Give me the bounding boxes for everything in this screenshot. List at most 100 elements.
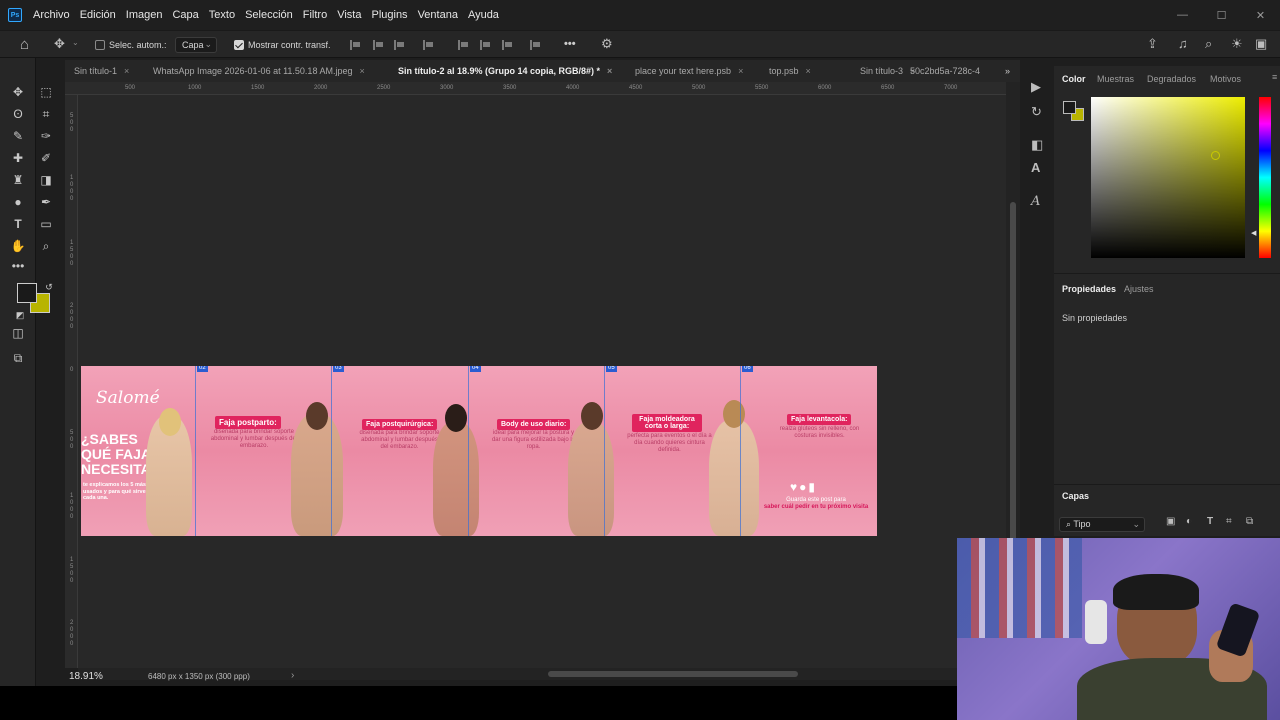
- share-icon[interactable]: ⇪: [1147, 37, 1158, 50]
- artboard-label[interactable]: 03: [333, 366, 344, 372]
- align-bottom-icon[interactable]: [502, 40, 512, 50]
- discover-icon[interactable]: ☀: [1231, 37, 1243, 50]
- dodge-tool-icon[interactable]: ●: [9, 193, 27, 211]
- show-transform-checkbox[interactable]: [234, 40, 244, 50]
- type-tool-icon[interactable]: T: [9, 215, 27, 233]
- align-center-h-icon[interactable]: [373, 40, 383, 50]
- pen-tool-icon[interactable]: ✒: [37, 193, 55, 211]
- tab-sin-titulo-3[interactable]: Sin título-3 ×: [860, 60, 915, 82]
- foreground-color-swatch[interactable]: [17, 283, 37, 303]
- close-icon[interactable]: ×: [738, 66, 743, 76]
- layers-panel-title[interactable]: Capas: [1062, 491, 1089, 501]
- more-options-button[interactable]: •••: [564, 38, 576, 50]
- distribute-v-icon[interactable]: [530, 40, 540, 50]
- zoom-tool-icon[interactable]: ⌕: [37, 237, 55, 255]
- color-picker-field[interactable]: [1091, 97, 1245, 258]
- menu-archivo[interactable]: Archivo: [33, 9, 70, 21]
- tab-swatches[interactable]: Muestras: [1097, 74, 1134, 84]
- menu-edicion[interactable]: Edición: [80, 9, 116, 21]
- auto-select-checkbox[interactable]: [95, 40, 105, 50]
- swap-colors-icon[interactable]: ↺: [40, 278, 58, 296]
- artboard-label[interactable]: 04: [470, 366, 481, 372]
- move-tool-icon[interactable]: ✥: [54, 37, 65, 50]
- character-icon[interactable]: A: [1031, 161, 1040, 174]
- filter-shape-icon[interactable]: ⌗: [1226, 517, 1232, 527]
- home-icon[interactable]: ⌂: [20, 37, 29, 52]
- paragraph-icon[interactable]: A: [1031, 195, 1040, 208]
- default-colors-icon[interactable]: ◩: [11, 306, 29, 324]
- close-icon[interactable]: ×: [359, 66, 364, 76]
- canvas-artwork-banner[interactable]: Salomé ¿SABES QUÉ FAJA NECESITAS? te exp…: [81, 366, 877, 536]
- quick-select-tool-icon[interactable]: ✎: [9, 127, 27, 145]
- tab-50c2bd5a[interactable]: 50c2bd5a-728c-4: [910, 60, 980, 82]
- crop-tool-icon[interactable]: ⌗: [37, 105, 55, 123]
- search-icon[interactable]: ⌕: [1205, 37, 1212, 50]
- filter-type-icon[interactable]: T: [1207, 517, 1213, 527]
- menu-ventana[interactable]: Ventana: [418, 9, 458, 21]
- hue-slider-handle[interactable]: ◀: [1251, 229, 1256, 237]
- scroll-thumb[interactable]: [548, 671, 798, 677]
- align-right-icon[interactable]: [394, 40, 404, 50]
- marquee-tool-icon[interactable]: ⬚: [37, 83, 55, 101]
- tab-place-your-text[interactable]: place your text here.psb ×: [635, 60, 743, 82]
- tab-color[interactable]: Color: [1062, 74, 1086, 84]
- align-left-icon[interactable]: [350, 40, 360, 50]
- menu-vista[interactable]: Vista: [337, 9, 361, 21]
- tab-patterns[interactable]: Motivos: [1210, 74, 1241, 84]
- menu-imagen[interactable]: Imagen: [126, 9, 163, 21]
- auto-select-target-dropdown[interactable]: Capa ⌄: [175, 37, 217, 53]
- brush-settings-icon[interactable]: ◧: [1031, 138, 1043, 151]
- ruler-horizontal[interactable]: 500 1000 1500 2000 2500 3000 3500 4000 4…: [65, 82, 1006, 95]
- healing-brush-tool-icon[interactable]: ✚: [9, 149, 27, 167]
- artboard-label[interactable]: 06: [742, 366, 753, 372]
- chevron-right-icon[interactable]: ›: [291, 670, 294, 681]
- tab-sin-titulo-2[interactable]: Sin título-2 al 18.9% (Grupo 14 copia, R…: [398, 60, 612, 82]
- chevron-down-icon[interactable]: ⌄: [72, 39, 79, 47]
- artboard-label[interactable]: 02: [197, 366, 208, 372]
- history-icon[interactable]: ↻: [1031, 105, 1042, 118]
- zoom-level[interactable]: 18.91%: [69, 671, 103, 682]
- filter-smart-object-icon[interactable]: ⧉: [1246, 517, 1253, 527]
- quick-mask-icon[interactable]: ◫: [9, 324, 27, 342]
- brush-tool-icon[interactable]: ✐: [37, 149, 55, 167]
- workspace-icon[interactable]: ▣: [1255, 37, 1267, 50]
- filter-adjustment-icon[interactable]: ◐: [1186, 517, 1192, 527]
- document-info[interactable]: 6480 px x 1350 px (300 ppp): [148, 672, 250, 681]
- tab-gradients[interactable]: Degradados: [1147, 74, 1196, 84]
- gear-icon[interactable]: ⚙: [601, 37, 613, 50]
- tabs-overflow-icon[interactable]: »: [1005, 60, 1010, 82]
- close-icon[interactable]: ×: [607, 66, 612, 76]
- align-middle-icon[interactable]: [480, 40, 490, 50]
- close-window-button[interactable]: ✕: [1241, 9, 1280, 22]
- tab-properties[interactable]: Propiedades: [1062, 284, 1116, 294]
- layer-filter-dropdown[interactable]: ⌕ Tipo ⌄: [1059, 517, 1145, 532]
- eyedropper-tool-icon[interactable]: ✑: [37, 127, 55, 145]
- menu-filtro[interactable]: Filtro: [303, 9, 327, 21]
- filter-pixel-icon[interactable]: ▣: [1166, 517, 1175, 527]
- lasso-tool-icon[interactable]: ʘ: [9, 105, 27, 123]
- tab-sin-titulo-1[interactable]: Sin título-1 ×: [74, 60, 129, 82]
- menu-texto[interactable]: Texto: [209, 9, 235, 21]
- hue-slider[interactable]: [1259, 97, 1271, 258]
- stamp-tool-icon[interactable]: ♜: [9, 171, 27, 189]
- maximize-button[interactable]: ☐: [1202, 9, 1241, 22]
- color-picker-cursor[interactable]: [1211, 151, 1220, 160]
- menu-ayuda[interactable]: Ayuda: [468, 9, 499, 21]
- tab-adjustments[interactable]: Ajustes: [1124, 284, 1154, 294]
- bell-icon[interactable]: ♫: [1178, 37, 1188, 50]
- tab-whatsapp-image[interactable]: WhatsApp Image 2026-01-06 at 11.50.18 AM…: [153, 60, 365, 82]
- scroll-thumb[interactable]: [1010, 202, 1016, 562]
- panel-menu-icon[interactable]: ≡: [1272, 72, 1277, 82]
- close-icon[interactable]: ×: [806, 66, 811, 76]
- minimize-button[interactable]: —: [1163, 9, 1202, 21]
- tab-top-psb[interactable]: top.psb ×: [769, 60, 811, 82]
- more-tools-icon[interactable]: •••: [9, 257, 27, 275]
- distribute-h-icon[interactable]: [423, 40, 433, 50]
- menu-plugins[interactable]: Plugins: [371, 9, 407, 21]
- play-icon[interactable]: ▶: [1031, 80, 1041, 93]
- menu-seleccion[interactable]: Selección: [245, 9, 293, 21]
- close-icon[interactable]: ×: [124, 66, 129, 76]
- panel-foreground-swatch[interactable]: [1063, 101, 1076, 114]
- artboard-label[interactable]: 05: [606, 366, 617, 372]
- menu-capa[interactable]: Capa: [172, 9, 198, 21]
